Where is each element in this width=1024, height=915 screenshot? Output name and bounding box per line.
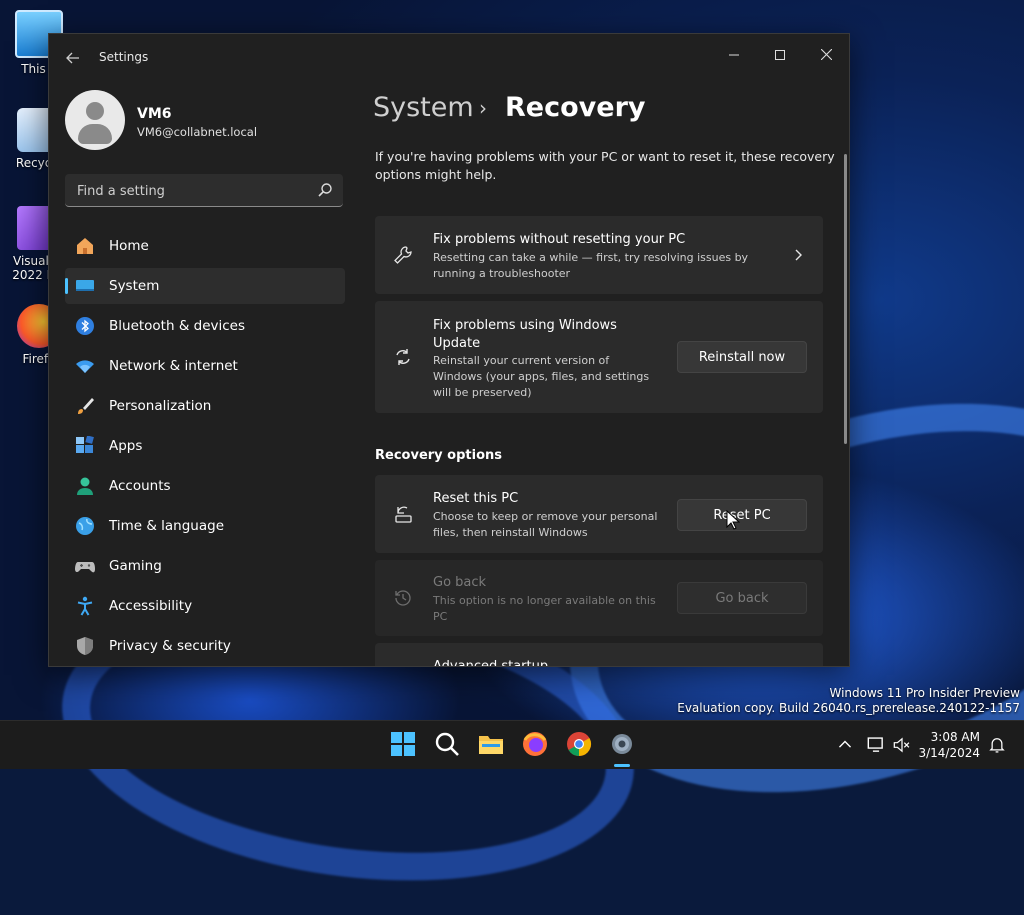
search-icon[interactable]: [434, 731, 460, 757]
card-title: Reset this PC: [433, 491, 519, 506]
bluetooth-icon: [76, 317, 94, 335]
go-back-button[interactable]: Go back: [677, 582, 807, 614]
profile-email: VM6@collabnet.local: [137, 125, 258, 139]
windows-start-icon[interactable]: [390, 731, 416, 757]
sidebar-item-label: Network & internet: [109, 358, 238, 374]
card-title: Fix problems without resetting your PC: [433, 232, 686, 247]
sidebar-item-personalization[interactable]: Personalization: [65, 388, 345, 424]
sidebar-item-label: System: [109, 278, 160, 294]
settings-gear-icon[interactable]: [609, 731, 635, 757]
reset-pc-icon: [395, 506, 412, 523]
sidebar-item-gaming[interactable]: Gaming: [65, 548, 345, 584]
reinstall-now-button[interactable]: Reinstall now: [677, 341, 807, 373]
file-explorer-icon[interactable]: [478, 731, 504, 757]
go-back-card: Go back This option is no longer availab…: [375, 560, 823, 636]
wrench-icon: [394, 246, 412, 264]
wifi-icon: [76, 360, 94, 373]
title-bar[interactable]: Settings: [49, 34, 849, 82]
chevron-right-icon: [795, 249, 802, 261]
minimize-icon: [729, 54, 739, 56]
card-description: Resetting can take a while — first, try …: [433, 251, 749, 280]
search-input[interactable]: [75, 174, 309, 208]
accessibility-icon: [77, 596, 93, 616]
close-icon: [820, 48, 832, 61]
card-description: This option is no longer available on th…: [433, 594, 656, 623]
sidebar-item-label: Home: [109, 238, 149, 254]
sidebar-item-label: Personalization: [109, 398, 212, 414]
sidebar-item-label: Accessibility: [109, 598, 193, 614]
sidebar-item-label: Apps: [109, 438, 143, 454]
history-icon: [395, 590, 411, 606]
recovery-options-heading: Recovery options: [375, 448, 502, 463]
firefox-icon[interactable]: [522, 731, 548, 757]
sidebar-item-label: Privacy & security: [109, 638, 231, 654]
sidebar-item-accounts[interactable]: Accounts: [65, 468, 345, 504]
fix-without-reset-card[interactable]: Fix problems without resetting your PC R…: [375, 216, 823, 294]
system-icon: [76, 280, 94, 291]
mouse-cursor-icon: [726, 510, 740, 530]
minimize-button[interactable]: [711, 40, 757, 72]
shield-icon: [77, 637, 93, 655]
accounts-icon: [77, 477, 93, 495]
reset-pc-card: Reset this PC Choose to keep or remove y…: [375, 475, 823, 553]
watermark-line1: Windows 11 Pro Insider Preview: [829, 686, 1020, 700]
apps-icon: [76, 436, 94, 453]
sidebar-item-label: Bluetooth & devices: [109, 318, 246, 334]
sidebar-item-network[interactable]: Network & internet: [65, 348, 345, 384]
scrollbar[interactable]: [844, 154, 847, 444]
intro-text: If you're having problems with your PC o…: [375, 149, 835, 182]
search-box[interactable]: [65, 174, 343, 208]
close-button[interactable]: [803, 40, 849, 72]
globe-icon: [76, 517, 94, 535]
avatar-body: [78, 124, 112, 144]
card-title: Advanced startup: [433, 659, 549, 667]
brush-icon: [78, 398, 94, 414]
sidebar-item-bluetooth[interactable]: Bluetooth & devices: [65, 308, 345, 344]
card-description: Reinstall your current version of Window…: [433, 354, 650, 399]
notification-bell-icon[interactable]: [988, 736, 1006, 754]
app-title: Settings: [99, 50, 149, 64]
card-title: Fix problems using Windows Update: [433, 318, 617, 351]
breadcrumb-parent[interactable]: System: [373, 92, 474, 123]
clock-date: 3/14/2024: [918, 746, 980, 760]
avatar[interactable]: [65, 90, 125, 150]
sidebar-item-time-language[interactable]: Time & language: [65, 508, 345, 544]
settings-window: Settings VM6 VM6@collabnet.local Home Sy…: [48, 33, 850, 667]
sidebar-item-accessibility[interactable]: Accessibility: [65, 588, 345, 624]
active-app-indicator: [614, 764, 630, 767]
sidebar-item-label: Gaming: [109, 558, 162, 574]
avatar-head: [86, 102, 104, 120]
chrome-icon[interactable]: [566, 731, 592, 757]
sidebar-nav: Home System Bluetooth & devices Network …: [65, 228, 345, 666]
sidebar-item-privacy-security[interactable]: Privacy & security: [65, 628, 345, 664]
card-title: Go back: [433, 575, 487, 590]
network-icon[interactable]: [866, 735, 886, 755]
reset-pc-button[interactable]: Reset PC: [677, 499, 807, 531]
arrow-left-icon: [66, 52, 79, 64]
gamepad-icon: [75, 562, 95, 573]
sidebar-item-apps[interactable]: Apps: [65, 428, 345, 464]
clock[interactable]: 3:08 AM 3/14/2024: [918, 729, 980, 761]
breadcrumb-separator: ›: [479, 96, 487, 120]
home-icon: [77, 238, 93, 254]
clock-time: 3:08 AM: [930, 730, 980, 744]
sidebar-item-label: Time & language: [109, 518, 225, 534]
volume-muted-icon[interactable]: [892, 735, 912, 755]
profile-name: VM6: [137, 106, 172, 122]
advanced-startup-card: Advanced startup: [375, 643, 823, 667]
page-title: Recovery: [505, 92, 646, 123]
sidebar-item-system[interactable]: System: [65, 268, 345, 304]
sidebar-item-home[interactable]: Home: [65, 228, 345, 264]
card-description: Choose to keep or remove your personal f…: [433, 510, 658, 539]
sidebar-item-label: Accounts: [109, 478, 171, 494]
search-icon[interactable]: [317, 182, 333, 198]
maximize-icon: [775, 50, 785, 60]
sync-icon: [396, 349, 410, 365]
back-button[interactable]: [61, 46, 85, 70]
watermark-line2: Evaluation copy. Build 26040.rs_prerelea…: [677, 701, 1020, 715]
fix-windows-update-card: Fix problems using Windows Update Reinst…: [375, 301, 823, 413]
maximize-button[interactable]: [757, 40, 803, 72]
chevron-up-icon[interactable]: [836, 736, 854, 754]
taskbar: 3:08 AM 3/14/2024: [0, 720, 1024, 769]
